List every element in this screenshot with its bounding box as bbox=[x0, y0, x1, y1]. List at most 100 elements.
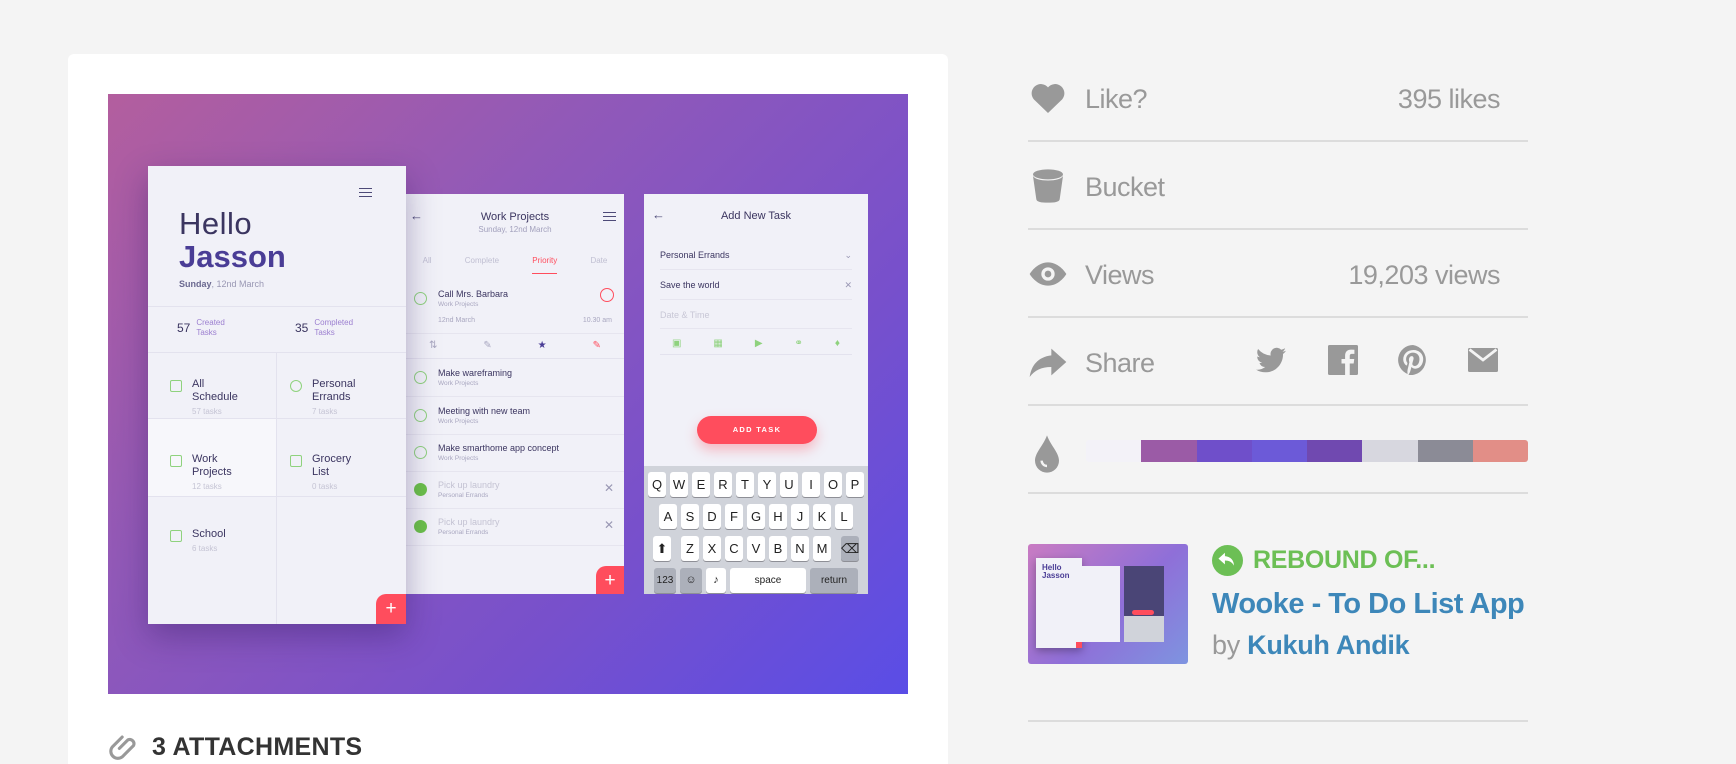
palette-row bbox=[1028, 406, 1528, 494]
heart-icon bbox=[1031, 84, 1065, 113]
key-o: O bbox=[824, 472, 842, 497]
rebound-title-link[interactable]: Wooke - To Do List App bbox=[1212, 588, 1525, 621]
rebound-byline: by Kukuh Andik bbox=[1212, 630, 1410, 660]
views-label: Views bbox=[1085, 260, 1155, 290]
mock-tabs: All Complete Priority Date bbox=[406, 256, 624, 274]
mock-projects-title: Work Projects bbox=[480, 211, 550, 223]
palette-swatch[interactable] bbox=[1362, 440, 1418, 462]
mock-task: Pick up laundry Personal Errands ✕ bbox=[406, 471, 624, 509]
rebound-label: REBOUND OF... bbox=[1253, 546, 1436, 574]
palette-swatch[interactable] bbox=[1086, 440, 1142, 462]
share-arrow-icon bbox=[1029, 348, 1067, 377]
palette-swatch[interactable] bbox=[1472, 440, 1528, 462]
mock-category-field: Personal Errands ⌄ bbox=[660, 250, 852, 270]
book-icon bbox=[170, 530, 182, 542]
mock-task: Make wareframing Work Projects bbox=[406, 359, 624, 397]
person-icon bbox=[290, 380, 302, 392]
category-all-schedule: All Schedule 57 tasks bbox=[170, 378, 238, 416]
bucket-row[interactable]: Bucket bbox=[1028, 142, 1528, 230]
eye-icon bbox=[1029, 262, 1067, 286]
mock-date: Sunday, 12nd March bbox=[179, 279, 265, 289]
key-j: J bbox=[791, 504, 809, 529]
key-n: N bbox=[791, 536, 809, 561]
category-grocery-list: Grocery List 0 tasks bbox=[290, 453, 351, 491]
key-f: F bbox=[725, 504, 743, 529]
key-k: K bbox=[813, 504, 831, 529]
mock-username: Jasson bbox=[179, 239, 286, 274]
shift-key: ⬆ bbox=[653, 536, 671, 561]
mock-projects-screen: ← Work Projects Sunday, 12nd March All Co… bbox=[406, 194, 624, 594]
key-q: Q bbox=[648, 472, 666, 497]
category-personal-errands: Personal Errands 7 tasks bbox=[290, 378, 355, 416]
shot-image[interactable]: Hello Jasson Sunday, 12nd March 57 Creat… bbox=[108, 94, 908, 694]
key-e: E bbox=[692, 472, 710, 497]
palette-swatch[interactable] bbox=[1141, 440, 1197, 462]
briefcase-icon bbox=[170, 455, 182, 467]
phone-icon bbox=[600, 288, 614, 302]
email-icon[interactable] bbox=[1465, 342, 1501, 378]
like-row[interactable]: Like? 395 likes bbox=[1028, 54, 1528, 142]
mock-task: Meeting with new team Work Projects bbox=[406, 397, 624, 435]
mock-task: Make smarthome app concept Work Projects bbox=[406, 434, 624, 472]
mock-add-task-button: ADD TASK bbox=[697, 416, 817, 444]
mock-hello: Hello bbox=[179, 206, 253, 241]
key-z: Z bbox=[681, 536, 699, 561]
rebound-author-link[interactable]: Kukuh Andik bbox=[1247, 630, 1410, 660]
key-t: T bbox=[736, 472, 754, 497]
rebound-header: REBOUND OF... bbox=[1212, 545, 1436, 576]
palette-swatch[interactable] bbox=[1417, 440, 1473, 462]
key-w: W bbox=[670, 472, 688, 497]
completed-stat: 35 Completed Tasks bbox=[295, 318, 354, 337]
key-y: Y bbox=[758, 472, 776, 497]
bucket-label: Bucket bbox=[1085, 172, 1165, 202]
mock-projects-subtitle: Sunday, 12nd March bbox=[478, 225, 552, 234]
key-x: X bbox=[703, 536, 721, 561]
attachments-label: 3 ATTACHMENTS bbox=[152, 732, 363, 761]
pinterest-icon[interactable] bbox=[1395, 342, 1431, 378]
key-d: D bbox=[703, 504, 721, 529]
rebound-thumbnail[interactable]: Hello Jasson bbox=[1028, 544, 1188, 664]
backspace-key: ⌫ bbox=[841, 536, 859, 561]
twitter-icon[interactable] bbox=[1253, 342, 1289, 378]
views-row: Views 19,203 views bbox=[1028, 230, 1528, 318]
mock-home-screen: Hello Jasson Sunday, 12nd March 57 Creat… bbox=[148, 166, 406, 624]
key-r: R bbox=[714, 472, 732, 497]
views-count: 19,203 views bbox=[1348, 260, 1500, 290]
key-p: P bbox=[846, 472, 864, 497]
palette-swatch[interactable] bbox=[1196, 440, 1252, 462]
shot-card: Hello Jasson Sunday, 12nd March 57 Creat… bbox=[68, 54, 948, 764]
key-a: A bbox=[659, 504, 677, 529]
key-l: L bbox=[835, 504, 853, 529]
created-stat: 57 Created Tasks bbox=[177, 318, 225, 337]
mock-task: Call Mrs. Barbara Work Projects 12nd Marc… bbox=[406, 280, 624, 334]
calendar-icon bbox=[170, 380, 182, 392]
add-fab: + bbox=[596, 566, 624, 594]
paperclip-icon bbox=[109, 735, 136, 760]
key-v: V bbox=[747, 536, 765, 561]
divider bbox=[1028, 720, 1528, 722]
key-u: U bbox=[780, 472, 798, 497]
key-s: S bbox=[681, 504, 699, 529]
color-palette bbox=[1086, 440, 1528, 462]
key-m: M bbox=[813, 536, 831, 561]
mock-task: Pick up laundry Personal Errands ✕ bbox=[406, 508, 624, 546]
mock-keyboard: QWERTYUIOP ASDFGHJKL ⬆ Z X C V B N M ⌫ 123 ☺ ♪ s… bbox=[644, 466, 868, 594]
attachment-icons: ▣ ▦ ▶ ⚭ ♦ bbox=[671, 338, 840, 349]
key-i: I bbox=[802, 472, 820, 497]
share-label: Share bbox=[1085, 348, 1155, 378]
bag-icon bbox=[290, 455, 302, 467]
palette-swatch[interactable] bbox=[1251, 440, 1307, 462]
category-school: School 6 tasks bbox=[170, 528, 226, 553]
attachments-heading[interactable]: 3 ATTACHMENTS bbox=[108, 730, 362, 764]
palette-swatch[interactable] bbox=[1307, 440, 1363, 462]
add-fab: + bbox=[376, 594, 406, 624]
key-c: C bbox=[725, 536, 743, 561]
menu-icon bbox=[359, 188, 372, 197]
category-work-projects: Work Projects 12 tasks bbox=[170, 453, 232, 491]
color-drop-icon bbox=[1035, 435, 1059, 473]
mock-task-name-field: Save the world ✕ bbox=[660, 280, 852, 300]
likes-count[interactable]: 395 likes bbox=[1398, 84, 1501, 115]
facebook-icon[interactable] bbox=[1325, 342, 1361, 378]
mock-add-title: Add New Task bbox=[720, 210, 792, 222]
key-b: B bbox=[769, 536, 787, 561]
